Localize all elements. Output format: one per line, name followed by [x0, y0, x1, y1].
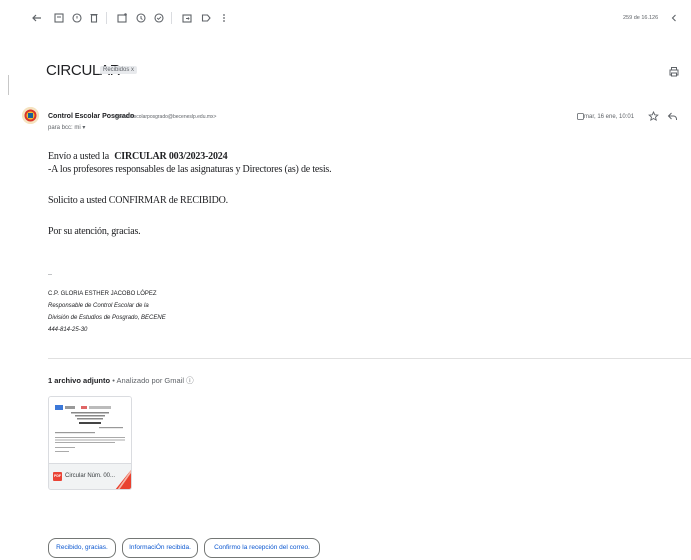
clock-icon[interactable] [134, 11, 148, 25]
body-line-4: Por su atención, gracias. [48, 226, 141, 237]
signature-phone: 444-814-25-30 [48, 327, 88, 333]
attachment-card[interactable]: PDF Circular Núm. 00... [48, 396, 132, 490]
attachment-footer: PDF Circular Núm. 00... [49, 463, 131, 489]
signature-role-1: Responsable de Control Escolar de la [48, 303, 149, 309]
message-date: mar, 16 ene, 10:01 [584, 114, 635, 120]
archive-icon[interactable] [52, 11, 66, 25]
mail-unread-icon[interactable] [115, 11, 129, 25]
signature-role-2: División de Estudios de Posgrado, BECENE [48, 315, 166, 321]
smart-reply-received-thanks[interactable]: Recibido, gracias. [48, 538, 116, 558]
body-line-1-prefix: Envío a usted la [48, 151, 109, 162]
attachment-thumbnail [49, 397, 131, 463]
attachments-divider [48, 358, 691, 359]
attachments-header: 1 archivo adjunto • Analizado por Gmail … [48, 375, 194, 386]
attachments-count: 1 archivo adjunto [48, 376, 111, 385]
sender-email: <controlescolarposgrado@beceneslp.edu.mx… [113, 114, 217, 120]
attachments-scan-label: • Analizado por Gmail ⓘ [110, 376, 194, 385]
trash-icon[interactable] [87, 11, 101, 25]
chevron-left-icon[interactable] [667, 11, 681, 25]
arrow-left-icon[interactable] [30, 11, 44, 25]
signature-name: C.P. GLORIA ESTHER JACOBO LÓPEZ [48, 291, 157, 297]
inbox-label-chip[interactable]: Recibidos x [100, 66, 138, 74]
avatar[interactable] [22, 107, 39, 124]
smart-reply-confirm-receipt[interactable]: Confirmo la recepción del correo. [204, 538, 320, 558]
recipient-details[interactable]: para bcc: mi ▾ [48, 124, 85, 131]
body-line-3: Solicito a usted CONFIRMAR de RECIBIDO. [48, 195, 228, 206]
attachment-file-name: Circular Núm. 00... [65, 473, 116, 479]
pagination-label: 259 de 16.126 [623, 15, 659, 21]
more-vertical-icon[interactable] [217, 11, 231, 25]
task-add-icon[interactable] [152, 11, 166, 25]
pdf-file-icon: PDF [53, 472, 62, 481]
label-icon[interactable] [199, 11, 213, 25]
smart-reply-info-received[interactable]: InformaciÓn recibida. [122, 538, 198, 558]
signature-separator: -- [48, 272, 52, 278]
body-line-1: Envío a usted la CIRCULAR 003/2023-2024 [48, 151, 228, 162]
print-icon[interactable] [668, 66, 680, 78]
report-spam-icon[interactable] [70, 11, 84, 25]
folder-move-icon[interactable] [180, 11, 194, 25]
circular-number: CIRCULAR 003/2023-2024 [114, 151, 228, 162]
star-icon[interactable] [648, 111, 659, 122]
reply-icon[interactable] [667, 111, 678, 122]
left-edge-marker [8, 75, 9, 95]
body-line-2: -A los profesores responsables de las as… [48, 164, 332, 175]
attachment-clip-icon [577, 113, 584, 120]
